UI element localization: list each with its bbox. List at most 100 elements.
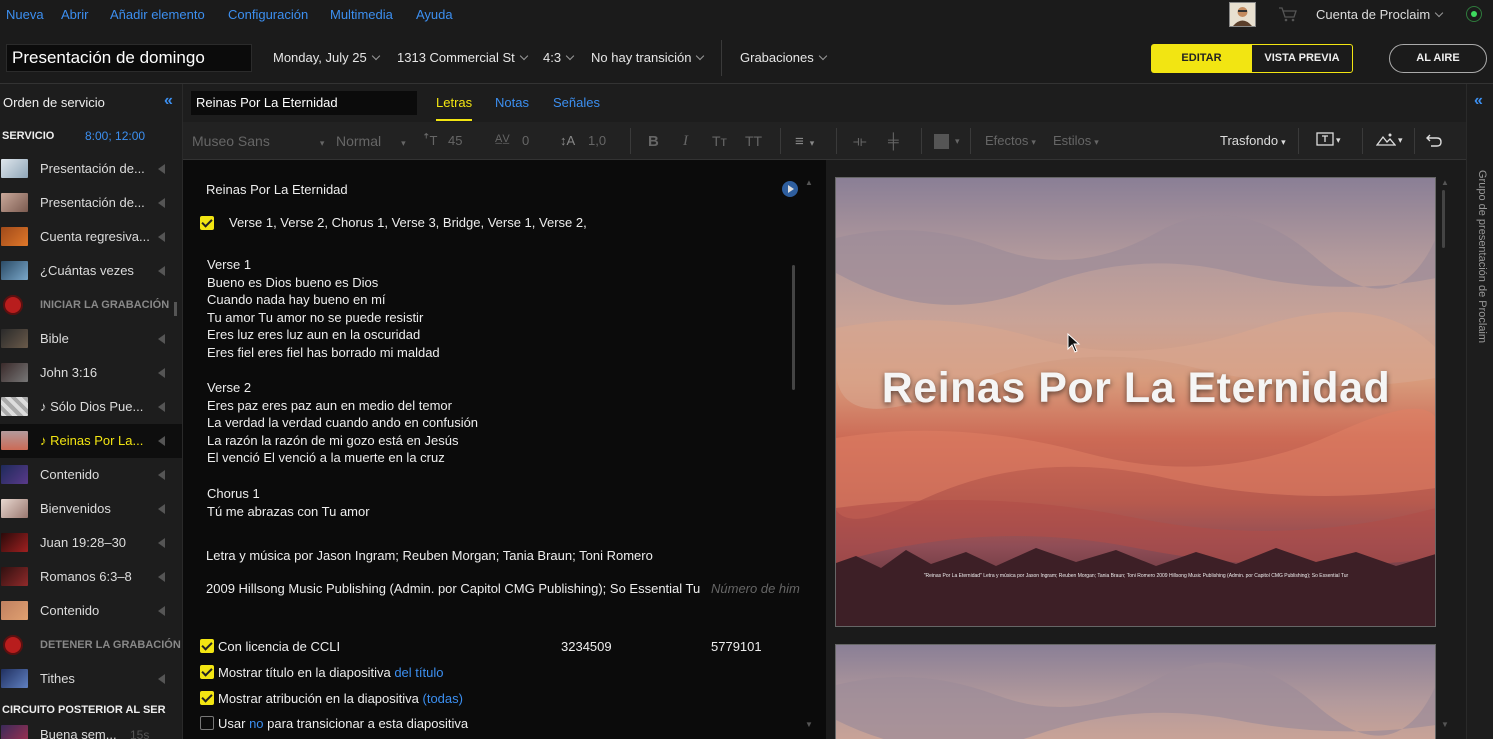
play-icon[interactable] <box>782 181 798 197</box>
slide-preview-next[interactable] <box>835 644 1436 739</box>
sidebar-item-post[interactable]: Buena sem... 15s <box>0 718 182 739</box>
font-weight-select[interactable]: Normal ▾ <box>336 133 406 149</box>
avatar[interactable] <box>1229 2 1256 27</box>
section-header-post-loop[interactable]: CIRCUITO POSTERIOR AL SER <box>2 704 166 716</box>
image-icon[interactable]: ▾ <box>1375 131 1403 150</box>
send-to-screen-icon[interactable] <box>158 470 165 480</box>
send-to-screen-icon[interactable] <box>158 674 165 684</box>
line-height-value[interactable]: 1,0 <box>588 133 606 148</box>
lyrics-section[interactable]: Chorus 1 Tú me abrazas con Tu amor <box>207 485 370 520</box>
text-box-icon[interactable]: ▾ <box>1316 131 1341 150</box>
slide-footer[interactable]: "Reinas Por La Eternidad" Letra y música… <box>836 573 1435 579</box>
slide-preview[interactable]: Reinas Por La Eternidad "Reinas Por La E… <box>835 177 1436 627</box>
menu-settings[interactable]: Configuración <box>228 7 308 22</box>
send-to-screen-icon[interactable] <box>158 504 165 514</box>
color-swatch-icon[interactable] <box>934 134 949 149</box>
menu-add-item[interactable]: Añadir elemento <box>110 7 205 22</box>
font-family-select[interactable]: Museo Sans ▾ <box>192 133 324 149</box>
letter-spacing-icon[interactable]: A̲V̲ <box>495 133 510 145</box>
show-attribution-checkbox[interactable] <box>200 691 214 705</box>
sidebar-scrollbar[interactable] <box>174 302 177 316</box>
send-to-screen-icon[interactable] <box>158 334 165 344</box>
chevron-down-icon[interactable]: ▾ <box>955 136 960 147</box>
location-dropdown[interactable]: 1313 Commercial St <box>397 50 529 65</box>
menu-open[interactable]: Abrir <box>61 7 88 22</box>
attribution-link[interactable]: (todas) <box>423 691 463 706</box>
send-to-screen-icon[interactable] <box>158 572 165 582</box>
bold-icon[interactable]: B <box>648 133 659 150</box>
send-to-screen-icon[interactable] <box>158 368 165 378</box>
sidebar-item[interactable]: Presentación de... <box>0 186 182 220</box>
presentation-group-panel[interactable]: « Grupo de presentación de Proclaim <box>1466 84 1493 739</box>
tab-notes[interactable]: Notas <box>495 95 529 110</box>
edit-button[interactable]: EDITAR <box>1151 44 1252 73</box>
collapse-left-icon[interactable]: « <box>164 92 173 110</box>
scroll-up-icon[interactable]: ▲ <box>805 178 813 187</box>
send-to-screen-icon[interactable] <box>158 436 165 446</box>
ccli-license-number[interactable]: 5779101 <box>711 639 762 654</box>
tab-cues[interactable]: Señales <box>553 95 600 110</box>
align-horizontal-icon[interactable]: ⟛ <box>853 133 867 150</box>
sidebar-item[interactable]: ♪ Sólo Dios Pue... <box>0 390 182 424</box>
aspect-dropdown[interactable]: 4:3 <box>543 50 575 65</box>
sidebar-item-recording[interactable]: INICIAR LA GRABACIÓN <box>0 288 182 322</box>
title-link[interactable]: del título <box>394 665 443 680</box>
account-menu[interactable]: Cuenta de Proclaim <box>1316 7 1444 22</box>
menu-media[interactable]: Multimedia <box>330 7 393 22</box>
lyrics-section[interactable]: Verse 1 Bueno es Dios bueno es Dios Cuan… <box>207 256 440 362</box>
align-vertical-icon[interactable]: ╪ <box>888 133 899 150</box>
lyrics-scrollbar[interactable] <box>792 265 795 390</box>
menu-help[interactable]: Ayuda <box>416 7 453 22</box>
preview-button[interactable]: VISTA PREVIA <box>1251 44 1353 73</box>
sidebar-item[interactable]: Bible <box>0 322 182 356</box>
service-times[interactable]: 8:00; 12:00 <box>85 129 145 143</box>
sidebar-item[interactable]: Bienvenidos <box>0 492 182 526</box>
scroll-down-icon[interactable]: ▼ <box>1441 720 1449 729</box>
sidebar-item[interactable]: Tithes <box>0 662 182 696</box>
send-to-screen-icon[interactable] <box>158 266 165 276</box>
transition-dropdown[interactable]: No hay transición <box>591 50 705 65</box>
copyright-field[interactable]: 2009 Hillsong Music Publishing (Admin. p… <box>206 581 700 596</box>
effects-menu[interactable]: Efectos ▾ <box>985 133 1036 148</box>
ccli-checkbox[interactable] <box>200 639 214 653</box>
send-to-screen-icon[interactable] <box>158 606 165 616</box>
sidebar-item[interactable]: Cuenta regresiva... <box>0 220 182 254</box>
recordings-dropdown[interactable]: Grabaciones <box>740 50 827 65</box>
text-case-icon[interactable]: Tт <box>712 133 727 149</box>
menu-new[interactable]: Nueva <box>6 7 44 22</box>
sidebar-item[interactable]: ¿Cuántas vezes <box>0 254 182 288</box>
background-menu[interactable]: Trasfondo ▾ <box>1220 133 1286 148</box>
cart-icon[interactable] <box>1278 6 1298 25</box>
song-title-input[interactable]: Reinas Por La Eternidad <box>191 91 417 115</box>
sidebar-item[interactable]: Contenido <box>0 594 182 628</box>
section-header-service[interactable]: SERVICIO <box>2 130 54 142</box>
send-to-screen-icon[interactable] <box>158 164 165 174</box>
send-to-screen-icon[interactable] <box>158 538 165 548</box>
line-height-icon[interactable]: ↕A <box>560 133 575 148</box>
font-size-icon[interactable]: ꜛT <box>423 133 437 148</box>
collapse-right-icon[interactable]: « <box>1474 92 1483 110</box>
sidebar-item[interactable]: Presentación de... <box>0 152 182 186</box>
slide-title[interactable]: Reinas Por La Eternidad <box>836 364 1435 413</box>
sidebar-item[interactable]: John 3:16 <box>0 356 182 390</box>
italic-icon[interactable]: I <box>683 133 688 150</box>
scroll-down-icon[interactable]: ▼ <box>805 720 813 729</box>
sidebar-item[interactable]: Romanos 6:3–8 <box>0 560 182 594</box>
tab-lyrics[interactable]: Letras <box>436 95 472 110</box>
lyrics-title[interactable]: Reinas Por La Eternidad <box>206 182 348 197</box>
sidebar-item[interactable]: ♪ Reinas Por La... <box>0 424 182 458</box>
go-live-button[interactable]: AL AIRE <box>1389 44 1487 73</box>
send-to-screen-icon[interactable] <box>158 402 165 412</box>
order-checkbox[interactable] <box>200 216 214 230</box>
show-title-checkbox[interactable] <box>200 665 214 679</box>
transition-link[interactable]: no <box>249 716 263 731</box>
send-to-screen-icon[interactable] <box>158 198 165 208</box>
presentation-title-input[interactable]: Presentación de domingo <box>6 44 252 72</box>
hymn-number-input[interactable]: Número de him <box>711 581 800 596</box>
transition-checkbox[interactable] <box>200 716 214 730</box>
uppercase-icon[interactable]: TT <box>745 133 762 149</box>
lyrics-editor[interactable]: Reinas Por La Eternidad ▲ Verse 1, Verse… <box>183 160 826 739</box>
attribution-field[interactable]: Letra y música por Jason Ingram; Reuben … <box>206 548 653 563</box>
section-order[interactable]: Verse 1, Verse 2, Chorus 1, Verse 3, Bri… <box>229 215 587 230</box>
letter-spacing-value[interactable]: 0 <box>522 133 529 148</box>
